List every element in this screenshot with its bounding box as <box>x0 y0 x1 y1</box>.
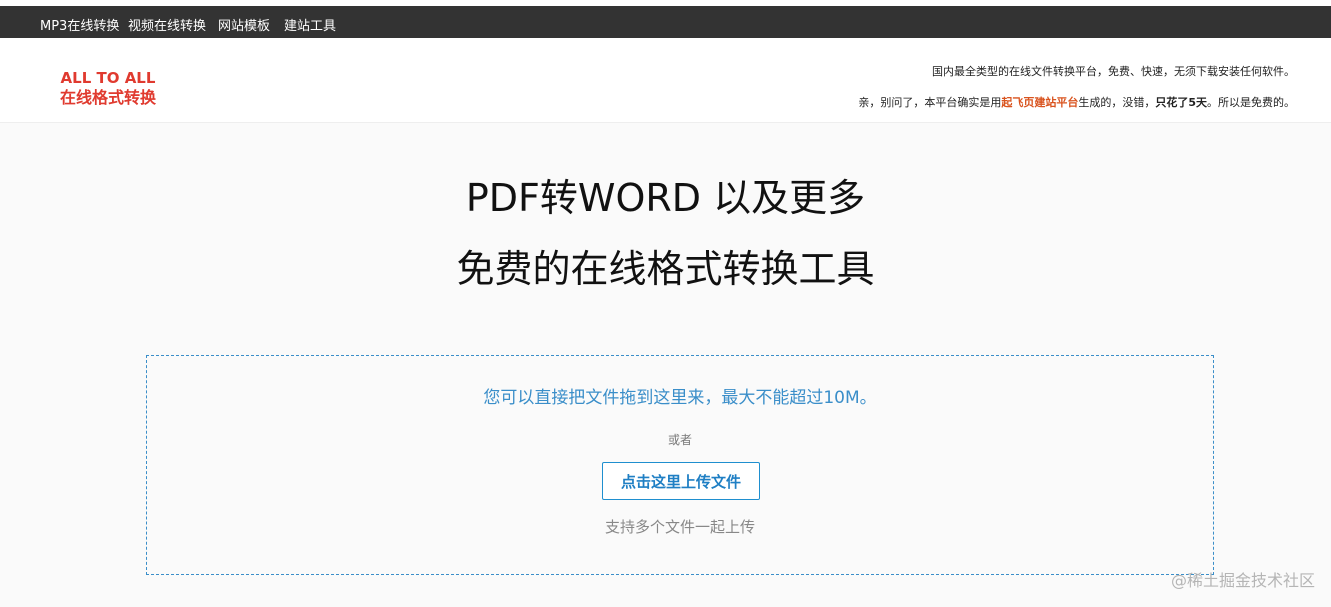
header-tagline-2: 亲，别问了，本平台确实是用起飞页建站平台生成的，没错，只花了5天。所以是免费的。 <box>858 94 1295 110</box>
tagline-emphasis: 只花了5天 <box>1155 96 1207 109</box>
logo-line-2: 在线格式转换 <box>59 88 156 107</box>
tagline-middle: 生成的，没错， <box>1078 96 1156 109</box>
top-navbar: MP3在线转换 视频在线转换 网站模板 建站工具 <box>0 6 1331 38</box>
nav-item-video-convert[interactable]: 视频在线转换 <box>128 15 206 34</box>
header-tagline-1: 国内最全类型的在线文件转换平台，免费、快速，无须下载安装任何软件。 <box>932 65 1295 78</box>
tagline-suffix: 。所以是免费的。 <box>1207 96 1295 109</box>
logo-line-1: ALL TO ALL <box>60 69 156 87</box>
multi-upload-hint: 支持多个文件一起上传 <box>604 518 755 536</box>
upload-file-button[interactable]: 点击这里上传文件 <box>602 462 760 500</box>
nav-item-mp3-convert[interactable]: MP3在线转换 <box>40 15 119 34</box>
hero-title-line-1: PDF转WORD 以及更多 <box>465 176 866 220</box>
nav-item-site-tools[interactable]: 建站工具 <box>284 15 336 34</box>
site-header: ALL TO ALL 在线格式转换 国内最全类型的在线文件转换平台，免费、快速，… <box>0 38 1331 123</box>
site-logo[interactable]: ALL TO ALL 在线格式转换 <box>56 68 160 108</box>
watermark-text: @稀土掘金技术社区 <box>1170 571 1315 590</box>
builder-platform-link[interactable]: 起飞页建站平台 <box>1001 96 1078 109</box>
tagline-prefix: 亲，别问了，本平台确实是用 <box>858 96 1002 109</box>
or-separator-text: 或者 <box>667 433 692 447</box>
nav-item-site-templates[interactable]: 网站模板 <box>218 15 270 34</box>
drop-hint-text: 您可以直接把文件拖到这里来，最大不能超过10M。 <box>483 388 877 408</box>
file-drop-zone[interactable]: 您可以直接把文件拖到这里来，最大不能超过10M。 或者 点击这里上传文件 支持多… <box>146 355 1214 575</box>
hero-title-line-2: 免费的在线格式转换工具 <box>456 247 875 291</box>
